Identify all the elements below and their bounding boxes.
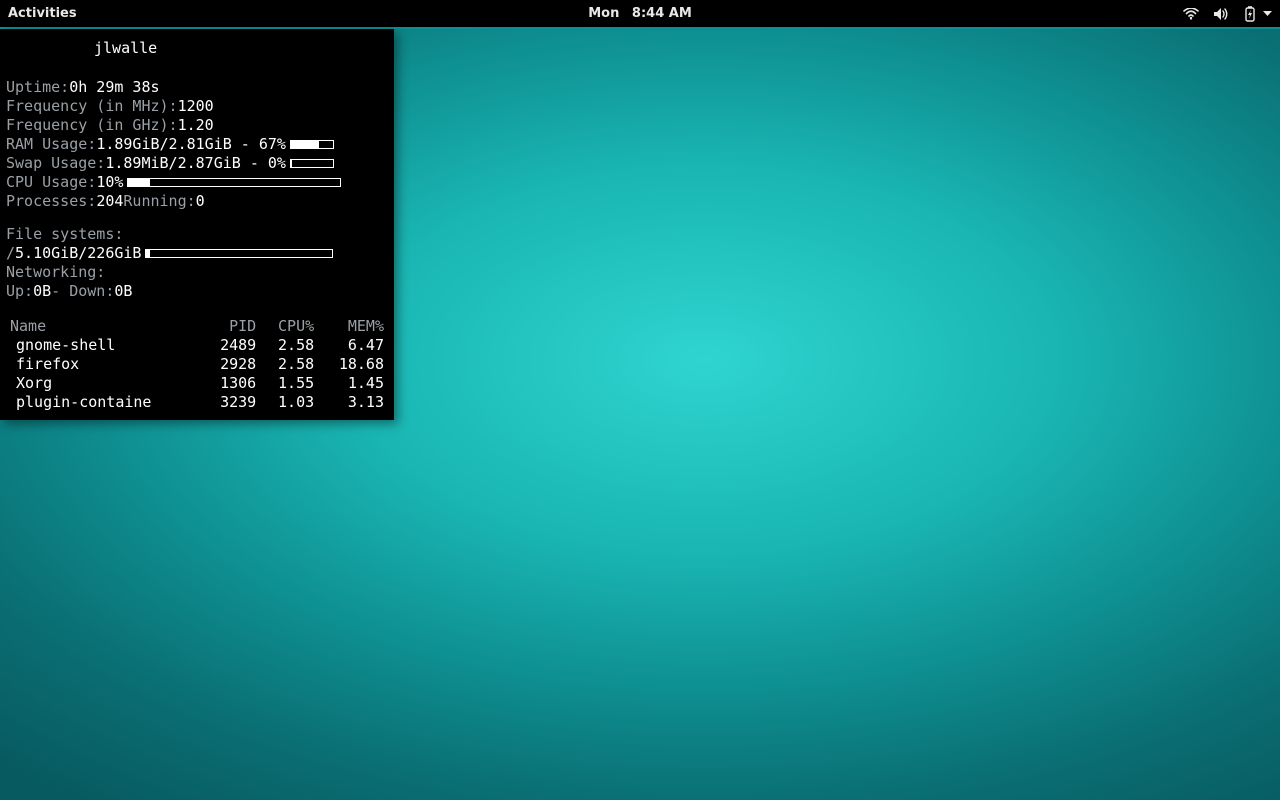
col-mem: MEM% (318, 317, 388, 336)
cell-cpu: 1.03 (260, 393, 318, 412)
freq-mhz-label: Frequency (in MHz): (6, 97, 178, 116)
net-down-value: 0B (114, 282, 132, 301)
uptime-value: 0h 29m 38s (69, 78, 159, 97)
clock-time: 8:44 AM (632, 6, 692, 21)
cell-mem: 18.68 (318, 355, 388, 374)
cpu-value: 10% (96, 173, 123, 192)
ram-row: RAM Usage: 1.89GiB/2.81GiB - 67% (6, 135, 388, 154)
fs-heading: File systems: (6, 225, 388, 244)
cell-mem: 6.47 (318, 336, 388, 355)
top-bar: Activities Mon 8:44 AM (0, 0, 1280, 29)
col-cpu: CPU% (260, 317, 318, 336)
conky-widget: jlwalle Uptime: 0h 29m 38s Frequency (in… (0, 29, 394, 420)
freq-ghz-row: Frequency (in GHz): 1.20 (6, 116, 388, 135)
fs-row: / 5.10GiB/226GiB (6, 244, 388, 263)
swap-value: 1.89MiB/2.87GiB - 0% (105, 154, 286, 173)
table-row: firefox29282.5818.68 (6, 355, 388, 374)
net-heading-label: Networking: (6, 263, 105, 282)
uptime-row: Uptime: 0h 29m 38s (6, 78, 388, 97)
freq-ghz-label: Frequency (in GHz): (6, 116, 178, 135)
cell-pid: 2489 (202, 336, 260, 355)
cell-name: firefox (6, 355, 202, 374)
col-name: Name (6, 317, 202, 336)
net-heading: Networking: (6, 263, 388, 282)
cell-pid: 1306 (202, 374, 260, 393)
clock[interactable]: Mon 8:44 AM (588, 6, 692, 21)
ram-bar (290, 140, 334, 149)
fs-value: 5.10GiB/226GiB (15, 244, 141, 263)
swap-label: Swap Usage: (6, 154, 105, 173)
freq-mhz-value: 1200 (178, 97, 214, 116)
cell-name: plugin-containe (6, 393, 202, 412)
activities-button[interactable]: Activities (8, 6, 77, 21)
proc-label: Processes: (6, 192, 96, 211)
ram-value: 1.89GiB/2.81GiB - 67% (96, 135, 286, 154)
fs-bar (145, 249, 333, 258)
cell-cpu: 2.58 (260, 355, 318, 374)
volume-icon[interactable] (1213, 7, 1229, 21)
running-value: 0 (196, 192, 205, 211)
freq-mhz-row: Frequency (in MHz): 1200 (6, 97, 388, 116)
ram-label: RAM Usage: (6, 135, 96, 154)
col-pid: PID (202, 317, 260, 336)
cell-name: gnome-shell (6, 336, 202, 355)
proc-row: Processes: 204 Running: 0 (6, 192, 388, 211)
battery-icon[interactable] (1243, 6, 1257, 22)
running-label: Running: (123, 192, 195, 211)
fs-heading-label: File systems: (6, 225, 123, 244)
cell-name: Xorg (6, 374, 202, 393)
net-row: Up: 0B - Down: 0B (6, 282, 388, 301)
process-table: Name PID CPU% MEM% gnome-shell24892.586.… (6, 317, 388, 412)
net-up-label: Up: (6, 282, 33, 301)
net-down-label: - Down: (51, 282, 114, 301)
table-row: plugin-containe32391.033.13 (6, 393, 388, 412)
system-tray[interactable] (1183, 6, 1272, 22)
uptime-label: Uptime: (6, 78, 69, 97)
clock-day: Mon (588, 6, 619, 21)
freq-ghz-value: 1.20 (178, 116, 214, 135)
caret-down-icon[interactable] (1263, 11, 1272, 17)
table-row: gnome-shell24892.586.47 (6, 336, 388, 355)
fs-mount: / (6, 244, 15, 263)
cpu-row: CPU Usage: 10% (6, 173, 388, 192)
cell-cpu: 2.58 (260, 336, 318, 355)
proc-value: 204 (96, 192, 123, 211)
table-row: Xorg13061.551.45 (6, 374, 388, 393)
cell-cpu: 1.55 (260, 374, 318, 393)
cell-pid: 2928 (202, 355, 260, 374)
cpu-bar (127, 178, 341, 187)
cpu-label: CPU Usage: (6, 173, 96, 192)
net-up-value: 0B (33, 282, 51, 301)
swap-bar (290, 159, 334, 168)
hostname: jlwalle (6, 39, 388, 58)
cell-mem: 3.13 (318, 393, 388, 412)
wifi-icon[interactable] (1183, 8, 1199, 20)
swap-row: Swap Usage: 1.89MiB/2.87GiB - 0% (6, 154, 388, 173)
cell-mem: 1.45 (318, 374, 388, 393)
cell-pid: 3239 (202, 393, 260, 412)
